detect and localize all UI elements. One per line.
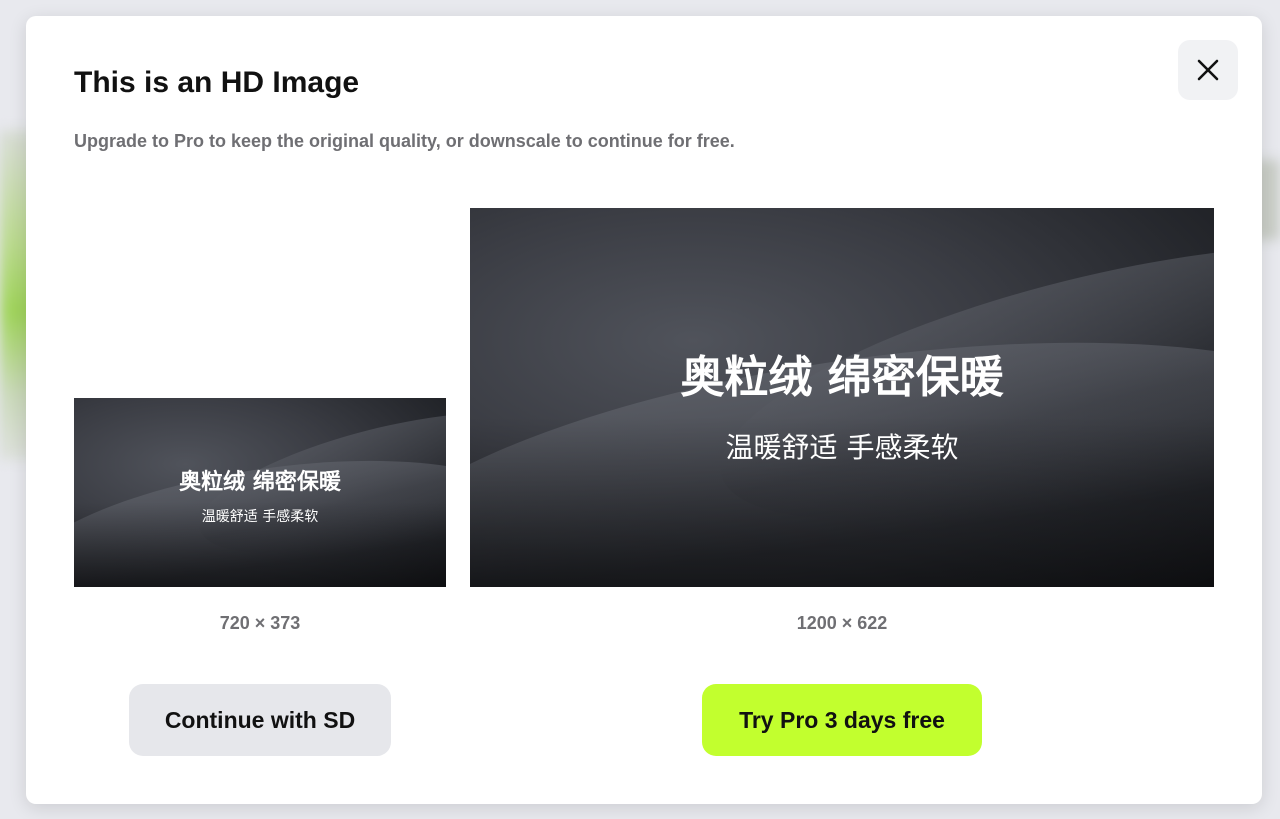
dialog-title: This is an HD Image <box>74 66 360 99</box>
sd-preview-image: 奥粒绒 绵密保暖 温暖舒适 手感柔软 <box>74 398 446 587</box>
sd-image-subtitle: 温暖舒适 手感柔软 <box>201 509 319 525</box>
hd-image-title: 奥粒绒 绵密保暖 <box>680 352 1004 403</box>
try-pro-button[interactable]: Try Pro 3 days free <box>702 684 982 756</box>
hd-image-dialog: This is an HD Image Upgrade to Pro to ke… <box>26 16 1262 804</box>
hd-dimensions: 1200 × 622 <box>796 613 888 633</box>
continue-with-sd-button[interactable]: Continue with SD <box>129 684 391 756</box>
close-icon <box>1197 59 1219 81</box>
hd-image-subtitle: 温暖舒适 手感柔软 <box>725 431 959 464</box>
close-button[interactable] <box>1178 40 1238 100</box>
hd-preview-image: 奥粒绒 绵密保暖 温暖舒适 手感柔软 <box>470 208 1214 587</box>
sd-dimensions: 720 × 373 <box>219 613 301 633</box>
sd-image-title: 奥粒绒 绵密保暖 <box>179 470 341 495</box>
dialog-subtitle: Upgrade to Pro to keep the original qual… <box>74 131 735 151</box>
